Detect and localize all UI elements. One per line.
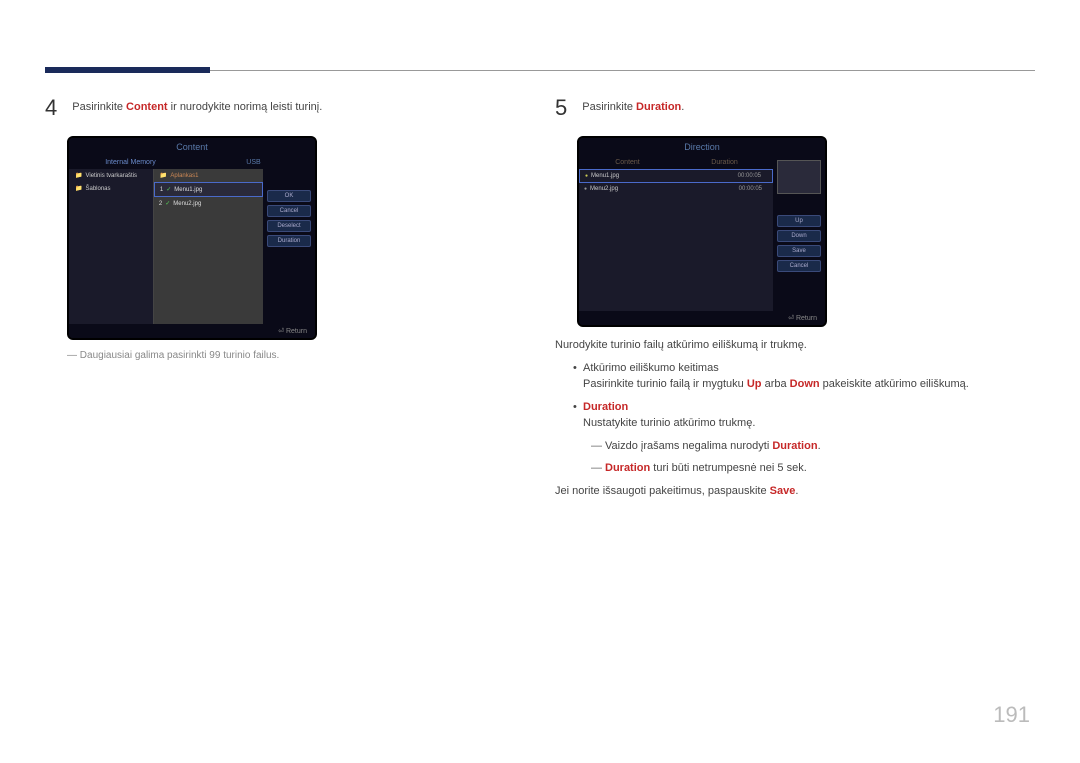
folder-item[interactable]: Vietinis tvarkaraštis xyxy=(69,169,153,182)
paragraph: Nurodykite turinio failų atkūrimo eilišk… xyxy=(555,337,1035,354)
text: Nustatykite turinio atkūrimo trukmę. xyxy=(583,417,755,429)
folder-icon xyxy=(75,185,82,192)
row-name: Menu1.jpg xyxy=(585,173,738,179)
row-name: Menu2.jpg xyxy=(584,186,739,192)
return-label[interactable]: Return xyxy=(796,315,817,322)
folder-label: Šablonas xyxy=(85,186,110,192)
header-accent xyxy=(45,67,210,73)
step-text: Pasirinkite Duration. xyxy=(582,95,684,113)
file-pane: Aplankas1 1 Menu1.jpg 2 Menu2.jpg xyxy=(154,169,263,324)
file-index: 2 xyxy=(159,201,162,207)
bullet-order: Atkūrimo eiliškumo keitimas Pasirinkite … xyxy=(573,360,1035,393)
page-content: 4 Pasirinkite Content ir nurodykite nori… xyxy=(45,95,1035,505)
step-text: Pasirinkite Content ir nurodykite norimą… xyxy=(72,95,322,113)
highlight-content: Content xyxy=(126,101,168,113)
text: turi būti netrumpesnė nei 5 sek. xyxy=(650,462,807,474)
cancel-button[interactable]: Cancel xyxy=(777,260,821,272)
list-pane: Content Duration Menu1.jpg 00:00:05 Menu… xyxy=(579,156,773,311)
row-duration: 00:00:05 xyxy=(739,186,768,192)
direction-screen: Direction Content Duration Menu1.jpg 00:… xyxy=(577,136,827,327)
screen-body: Vietinis tvarkaraštis Šablonas Aplankas1… xyxy=(69,169,315,324)
content-screen: Content Internal Memory USB Vietinis tva… xyxy=(67,136,317,340)
step-number: 5 xyxy=(555,95,567,121)
screen-title: Content xyxy=(69,138,315,156)
preview-box xyxy=(777,160,821,194)
text: . xyxy=(795,485,798,497)
check-icon xyxy=(166,186,171,193)
highlight-duration: Duration xyxy=(605,462,650,474)
list-row[interactable]: Menu2.jpg 00:00:05 xyxy=(579,183,773,195)
step-5: 5 Pasirinkite Duration. xyxy=(555,95,1035,121)
note-max-files: Daugiausiai galima pasirinkti 99 turinio… xyxy=(67,350,525,361)
text: . xyxy=(681,101,684,113)
highlight-down: Down xyxy=(790,378,820,390)
dot-icon xyxy=(585,173,588,179)
button-pane: Up Down Save Cancel xyxy=(773,156,825,311)
folder-icon xyxy=(160,172,167,179)
list-header: Content Duration xyxy=(579,156,773,169)
list-row-selected[interactable]: Menu1.jpg 00:00:05 xyxy=(579,169,773,183)
text: Jei norite išsaugoti pakeitimus, paspaus… xyxy=(555,485,770,497)
text: . xyxy=(818,440,821,452)
text: Pasirinkite turinio failą ir mygtuku xyxy=(583,378,747,390)
save-paragraph: Jei norite išsaugoti pakeitimus, paspaus… xyxy=(555,483,1035,500)
text: pakeiskite atkūrimo eiliškumą. xyxy=(820,378,969,390)
return-bar: ⏎ Return xyxy=(69,324,315,338)
right-column: 5 Pasirinkite Duration. Direction Conten… xyxy=(555,95,1035,505)
highlight-save: Save xyxy=(770,485,796,497)
folder-label: Aplankas1 xyxy=(170,173,198,179)
text: Pasirinkite xyxy=(582,101,636,113)
down-button[interactable]: Down xyxy=(777,230,821,242)
text: arba xyxy=(762,378,790,390)
file-item-selected[interactable]: 1 Menu1.jpg xyxy=(154,182,263,197)
up-button[interactable]: Up xyxy=(777,215,821,227)
screen-title: Direction xyxy=(579,138,825,156)
sub-note-min5: Duration turi būti netrumpesnė nei 5 sek… xyxy=(591,460,1035,477)
step-4: 4 Pasirinkite Content ir nurodykite nori… xyxy=(45,95,525,121)
folder-pane: Vietinis tvarkaraštis Šablonas xyxy=(69,169,154,324)
file-name: Menu2.jpg xyxy=(173,201,201,207)
file-index: 1 xyxy=(160,187,163,193)
left-column: 4 Pasirinkite Content ir nurodykite nori… xyxy=(45,95,525,505)
dot-icon xyxy=(584,186,587,192)
sub-note-video: Vaizdo įrašams negalima nurodyti Duratio… xyxy=(591,438,1035,455)
highlight-duration: Duration xyxy=(636,101,681,113)
bullet-title: Atkūrimo eiliškumo keitimas xyxy=(583,362,719,374)
screen-body: Content Duration Menu1.jpg 00:00:05 Menu… xyxy=(579,156,825,311)
save-button[interactable]: Save xyxy=(777,245,821,257)
folder-label: Vietinis tvarkaraštis xyxy=(85,173,137,179)
deselect-button[interactable]: Deselect xyxy=(267,220,311,232)
return-bar: ⏎ Return xyxy=(579,311,825,325)
file-item[interactable]: 2 Menu2.jpg xyxy=(154,197,263,210)
folder-item[interactable]: Aplankas1 xyxy=(154,169,263,182)
header-content: Content xyxy=(579,156,676,169)
highlight-duration: Duration xyxy=(772,440,817,452)
duration-button[interactable]: Duration xyxy=(267,235,311,247)
file-name: Menu1.jpg xyxy=(174,187,202,193)
text: ir nurodykite norimą leisti turinį. xyxy=(168,101,323,113)
bullet-duration: Duration Nustatykite turinio atkūrimo tr… xyxy=(573,399,1035,432)
row-duration: 00:00:05 xyxy=(738,173,767,179)
tabs: Internal Memory USB xyxy=(69,156,315,169)
highlight-up: Up xyxy=(747,378,762,390)
tab-internal-memory[interactable]: Internal Memory xyxy=(69,156,192,169)
check-icon xyxy=(165,200,170,207)
ok-button[interactable]: OK xyxy=(267,190,311,202)
tab-usb[interactable]: USB xyxy=(192,156,315,169)
highlight-duration: Duration xyxy=(583,401,628,413)
page-number: 191 xyxy=(993,702,1030,728)
button-pane: OK Cancel Deselect Duration xyxy=(263,169,315,324)
step-number: 4 xyxy=(45,95,57,121)
text: Vaizdo įrašams negalima nurodyti xyxy=(605,440,772,452)
return-label[interactable]: Return xyxy=(286,328,307,335)
folder-icon xyxy=(75,172,82,179)
folder-item[interactable]: Šablonas xyxy=(69,182,153,195)
cancel-button[interactable]: Cancel xyxy=(267,205,311,217)
header-duration: Duration xyxy=(676,156,773,169)
text: Pasirinkite xyxy=(72,101,126,113)
